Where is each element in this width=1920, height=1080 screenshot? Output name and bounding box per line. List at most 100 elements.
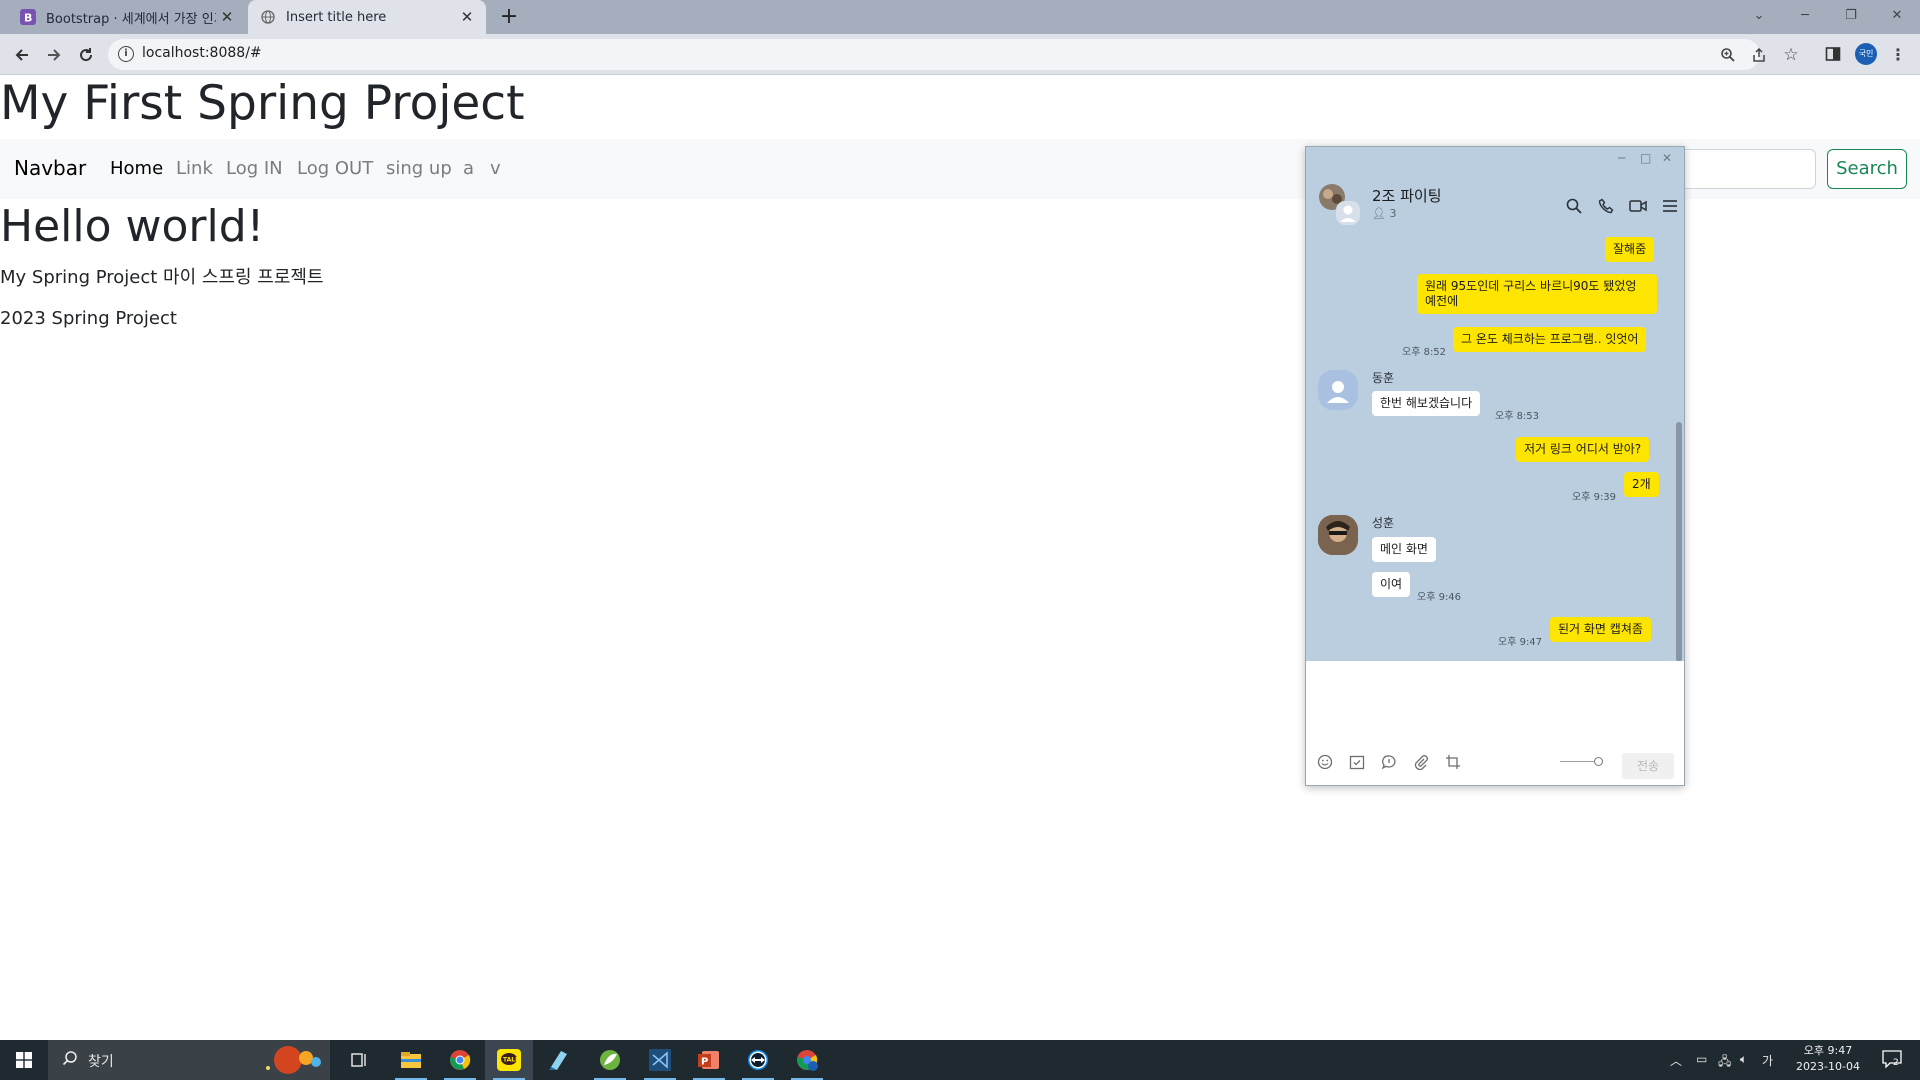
bootstrap-favicon-icon: B <box>20 9 36 25</box>
other-message-bubble[interactable]: 메인 화면 <box>1372 537 1436 562</box>
chat-minimize-button[interactable]: ─ <box>1618 151 1625 165</box>
reload-icon[interactable] <box>74 43 98 67</box>
kebab-menu-icon[interactable]: ⋮ <box>1890 45 1906 64</box>
profile-avatar[interactable]: 국민 <box>1855 43 1877 65</box>
nav-link-home[interactable]: Home <box>110 158 163 179</box>
clock-time: 오후 9:47 <box>1803 1044 1853 1057</box>
windows-start-icon[interactable] <box>0 1040 48 1080</box>
browser-tab-strip: B Bootstrap · 세계에서 가장 인기 ✕ Insert title … <box>0 0 1920 34</box>
close-window-button[interactable]: ✕ <box>1874 0 1920 30</box>
tab-insert-title[interactable]: Insert title here ✕ <box>248 0 486 34</box>
profile-avatar-seonghoon[interactable] <box>1318 515 1358 555</box>
profile-avatar-donghoon[interactable] <box>1318 370 1358 410</box>
notification-center-icon[interactable]: 2 <box>1882 1050 1904 1070</box>
chat-maximize-button[interactable]: □ <box>1640 151 1651 165</box>
my-message-bubble[interactable]: 잘해줌 <box>1605 237 1655 262</box>
bookmark-star-icon[interactable]: ☆ <box>1783 45 1799 65</box>
back-arrow-icon[interactable] <box>10 43 34 67</box>
zoom-icon[interactable] <box>1720 47 1736 63</box>
call-icon[interactable] <box>1597 197 1615 215</box>
my-message-bubble[interactable]: 원래 95도인데 구리스 바르니90도 됐었엉 예전에 <box>1417 274 1657 314</box>
paragraph-project: My Spring Project 마이 스프링 프로젝트 <box>0 267 324 288</box>
browser-toolbar: i localhost:8088/# ☆ 국민 ⋮ <box>0 34 1920 75</box>
message-time: 오후 9:39 <box>1572 492 1617 503</box>
chat-scrollbar[interactable] <box>1676 422 1682 662</box>
my-message-bubble[interactable]: 된거 화면 캡쳐좀 <box>1550 617 1651 642</box>
visual-studio-code-icon[interactable] <box>636 1040 684 1080</box>
site-info-icon[interactable]: i <box>118 46 134 62</box>
nav-link-login[interactable]: Log IN <box>226 158 283 179</box>
attachment-clip-icon[interactable] <box>1412 753 1430 771</box>
calendar-check-icon[interactable] <box>1348 753 1366 771</box>
taskbar-search-box[interactable]: 찾기 <box>48 1040 330 1080</box>
other-message-bubble[interactable]: 한번 해보겠습니다 <box>1372 391 1481 416</box>
teamviewer-icon[interactable] <box>734 1040 782 1080</box>
message-time: 오후 8:53 <box>1495 411 1540 422</box>
message-time: 오후 9:46 <box>1417 592 1462 603</box>
notepad-icon[interactable] <box>534 1040 582 1080</box>
sender-name: 동훈 <box>1372 371 1395 385</box>
search-button[interactable]: Search <box>1827 149 1907 189</box>
new-tab-button[interactable]: + <box>496 4 522 30</box>
tab-close-icon[interactable]: ✕ <box>216 8 238 26</box>
tab-bootstrap[interactable]: B Bootstrap · 세계에서 가장 인기 ✕ <box>8 0 246 34</box>
hamburger-menu-icon[interactable] <box>1661 197 1679 215</box>
search-text: 찾기 <box>88 1054 114 1070</box>
file-explorer-icon[interactable] <box>387 1040 435 1080</box>
tab-close-icon[interactable]: ✕ <box>456 8 478 26</box>
minimize-button[interactable]: ─ <box>1782 0 1828 30</box>
nav-link-a[interactable]: a <box>463 158 474 179</box>
member-count: 👤︎ 3 <box>1372 207 1396 220</box>
speech-bubble-icon[interactable] <box>1380 753 1398 771</box>
spring-tool-suite-icon[interactable] <box>586 1040 634 1080</box>
chat-room-title: 2조 파이팅 <box>1372 187 1442 205</box>
tray-meet-now-icon[interactable]: ▭ <box>1696 1052 1707 1066</box>
group-avatar[interactable] <box>1318 183 1362 227</box>
volume-icon[interactable]: 🔈︎ <box>1740 1052 1747 1067</box>
windows-taskbar: 찾기 TALK P ︿ ▭ 🖧︎ 🔈︎ 가 오후 9:47 2023-10-04… <box>0 1040 1920 1080</box>
tab-title: Insert title here <box>286 9 387 25</box>
emoticon-icon[interactable] <box>1316 753 1334 771</box>
svg-text:P: P <box>701 1057 708 1068</box>
search-highlight-illustration-icon <box>266 1046 321 1074</box>
taskbar-clock[interactable]: 오후 9:47 2023-10-04 <box>1780 1043 1876 1075</box>
address-bar[interactable]: i localhost:8088/# ☆ <box>108 39 1799 70</box>
nav-link-logout[interactable]: Log OUT <box>297 158 373 179</box>
navbar-brand[interactable]: Navbar <box>14 156 86 180</box>
video-call-icon[interactable] <box>1629 197 1647 215</box>
chrome-icon[interactable] <box>436 1040 484 1080</box>
nav-link-signup[interactable]: sing up <box>386 158 452 179</box>
share-icon[interactable] <box>1751 47 1767 63</box>
task-view-icon[interactable] <box>335 1040 383 1080</box>
send-button[interactable]: 전송 <box>1622 753 1674 779</box>
tray-overflow-chevron-icon[interactable]: ︿ <box>1670 1052 1682 1069</box>
powerpoint-icon[interactable]: P <box>685 1040 733 1080</box>
network-icon[interactable]: 🖧︎ <box>1718 1052 1731 1073</box>
svg-text:B: B <box>24 12 32 25</box>
search-icon <box>62 1050 78 1070</box>
other-message-bubble[interactable]: 이여 <box>1372 572 1411 597</box>
transparency-slider-knob[interactable] <box>1594 757 1603 766</box>
restore-button[interactable]: ❐ <box>1828 0 1874 30</box>
message-input-area[interactable]: 전송 <box>1306 661 1684 785</box>
my-message-bubble[interactable]: 2개 <box>1624 472 1659 497</box>
nav-link-v[interactable]: v <box>490 158 501 179</box>
url-text: localhost:8088/# <box>142 45 262 61</box>
message-time: 오후 8:52 <box>1402 347 1447 358</box>
my-message-bubble[interactable]: 그 온도 체크하는 프로그램.. 잇엇어 <box>1453 327 1647 352</box>
my-message-bubble[interactable]: 저거 링크 어디서 받아? <box>1516 437 1650 462</box>
crop-screenshot-icon[interactable] <box>1444 753 1462 771</box>
chrome-profile-icon[interactable] <box>783 1040 831 1080</box>
kakaotalk-chat-window: ─ □ ✕ 2조 파이팅 👤︎ 3 잘해줌 원래 95도인데 구리스 바르니90… <box>1305 146 1685 786</box>
tab-search-icon[interactable]: ⌄ <box>1736 0 1782 30</box>
globe-icon <box>260 9 276 25</box>
chat-close-button[interactable]: ✕ <box>1662 151 1672 165</box>
nav-link-link[interactable]: Link <box>176 158 213 179</box>
ime-indicator[interactable]: 가 <box>1762 1052 1773 1069</box>
message-line: 예전에 <box>1425 294 1459 308</box>
kakaotalk-icon[interactable]: TALK <box>485 1040 533 1080</box>
search-icon[interactable] <box>1565 197 1583 215</box>
forward-arrow-icon[interactable] <box>42 43 66 67</box>
side-panel-icon[interactable] <box>1825 46 1841 62</box>
svg-text:TALK: TALK <box>503 1057 520 1064</box>
